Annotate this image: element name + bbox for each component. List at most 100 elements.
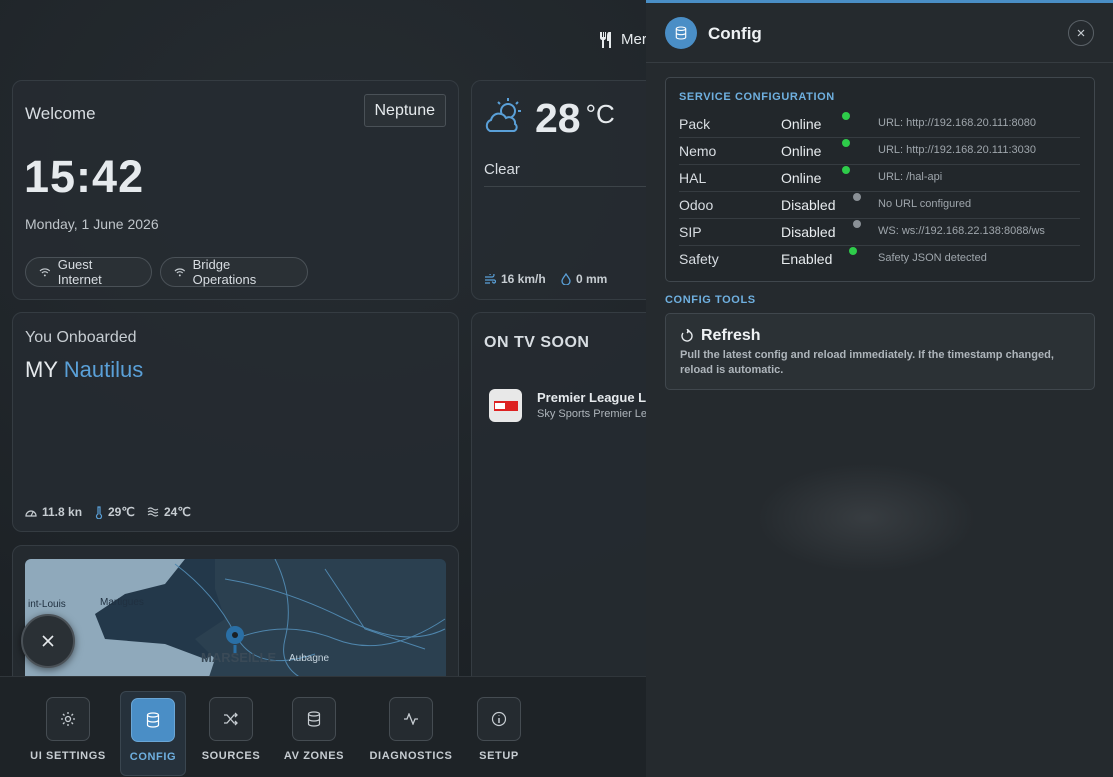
weather-card: 28 °C Clear: [471, 80, 672, 300]
restaurant-icon: [600, 31, 611, 48]
wind-icon: [485, 273, 496, 284]
wind-speed: 16 km/h: [484, 272, 546, 286]
wifi-icon: [39, 268, 51, 277]
weather-temp: 28 °C: [535, 95, 615, 142]
vessel-label: Nautilus: [63, 357, 144, 382]
chip-bridge-operations[interactable]: Bridge Operations: [160, 257, 308, 287]
close-icon: [1077, 29, 1085, 37]
onboard-title: You Onboarded: [25, 329, 137, 346]
refresh-icon: [681, 329, 693, 342]
nav-icon-box: [389, 697, 433, 741]
service-detail: URL: /hal-api: [878, 171, 943, 183]
refresh-button[interactable]: Refresh Pull the latest config and reloa…: [665, 313, 1095, 390]
show-channel: Sky Sports Premier Lea: [537, 408, 654, 420]
welcome-title: Welcome: [25, 104, 96, 123]
service-status: Online: [781, 170, 822, 186]
gear-icon: [61, 712, 75, 726]
service-row-sip: SIP Disabled WS: ws://192.168.22.138:808…: [679, 219, 1080, 246]
nav-ui-settings[interactable]: UI SETTINGS: [22, 677, 114, 777]
waves-icon: [147, 507, 159, 517]
service-name: HAL: [679, 170, 707, 186]
map-label: Martigues: [100, 597, 144, 608]
nav-config[interactable]: CONFIG: [120, 691, 186, 776]
droplet-icon: [561, 273, 571, 285]
nav-icon-box: [46, 697, 90, 741]
vessel-speed: 11.8 kn: [25, 505, 82, 519]
map-label: MARSEILLE: [201, 650, 277, 665]
service-name: SIP: [679, 224, 702, 240]
thermometer-icon: [95, 505, 103, 519]
service-status: Disabled: [781, 224, 836, 240]
service-status: Online: [781, 143, 822, 159]
chip-guest-internet[interactable]: Guest Internet: [25, 257, 152, 287]
channel-logo: [489, 389, 522, 422]
service-row-pack: Pack Online URL: http://192.168.20.111:8…: [679, 111, 1080, 138]
service-row-safety: Safety Enabled Safety JSON detected: [679, 246, 1080, 273]
show-title: Premier League Li: [537, 390, 650, 405]
rainfall: 0 mm: [561, 272, 607, 286]
refresh-title: Refresh: [701, 327, 761, 344]
nav-sources[interactable]: SOURCES: [200, 677, 262, 777]
location-button[interactable]: Neptune: [363, 94, 446, 127]
speed-value: 11.8 kn: [42, 505, 83, 519]
map-card: int-Louis Martigues MARSEILLE Aubagne: [12, 545, 459, 695]
service-row-nemo: Nemo Online URL: http://192.168.20.111:3…: [679, 138, 1080, 165]
bottom-nav: UI SETTINGS CONFIG SOURCES AV ZONES DIAG…: [0, 676, 646, 777]
panel-close-button[interactable]: [1068, 20, 1094, 46]
service-row-odoo: Odoo Disabled No URL configured: [679, 192, 1080, 219]
nav-icon-box: [477, 697, 521, 741]
close-fab[interactable]: [21, 614, 75, 668]
panel-title: Config: [708, 24, 762, 43]
nav-av-zones[interactable]: AV ZONES: [280, 677, 348, 777]
temp-unit: °C: [585, 99, 615, 129]
service-row-hal: HAL Online URL: /hal-api: [679, 165, 1080, 192]
activity-icon: [404, 713, 418, 725]
air-temp-value: 29℃: [108, 505, 135, 519]
database-icon: [307, 711, 321, 727]
nav-icon-box: [209, 697, 253, 741]
panel-header: Config: [646, 3, 1113, 63]
chip-label: Bridge Operations: [192, 257, 257, 287]
air-temperature: 29℃: [95, 505, 135, 519]
sky-sports-logo-icon: [493, 400, 518, 411]
nav-label: CONFIG: [129, 751, 177, 763]
wind-value: 16 km/h: [501, 272, 546, 286]
map-label: int-Louis: [28, 599, 66, 610]
service-name: Safety: [679, 251, 719, 267]
service-name: Nemo: [679, 143, 717, 159]
tv-listing[interactable]: Premier League Li Sky Sports Premier Lea: [489, 389, 672, 423]
config-panel: Config SERVICE CONFIGURATION Pack Online…: [646, 0, 1113, 777]
service-detail: URL: http://192.168.20.111:3030: [878, 144, 1036, 156]
refresh-description: Pull the latest config and reload immedi…: [680, 349, 1054, 376]
nav-label: DIAGNOSTICS: [369, 750, 453, 762]
status-dot: [842, 166, 850, 174]
menu-link[interactable]: Mer: [598, 31, 647, 48]
service-name: Odoo: [679, 197, 714, 213]
nav-label: UI SETTINGS: [30, 750, 106, 762]
status-dot: [853, 220, 861, 228]
weather-condition: Clear: [484, 161, 520, 178]
wifi-icon: [174, 268, 186, 277]
temp-value: 28: [535, 95, 581, 141]
map-view[interactable]: [25, 559, 446, 689]
service-config-card: SERVICE CONFIGURATION Pack Online URL: h…: [665, 77, 1095, 282]
service-detail: No URL configured: [878, 198, 972, 210]
status-dot: [853, 193, 861, 201]
panel-glow: [756, 463, 976, 573]
tv-card: ON TV SOON Premier League Li Sky Sports …: [471, 312, 671, 692]
nav-diagnostics[interactable]: DIAGNOSTICS: [366, 677, 456, 777]
nav-icon-box: [131, 698, 175, 742]
clock-date: Monday, 1 June 2026: [25, 216, 159, 232]
onboard-card: You Onboarded MY Nautilus: [12, 312, 459, 532]
panel-header-icon: [665, 17, 697, 49]
nav-setup[interactable]: SETUP: [474, 677, 524, 777]
database-icon: [675, 26, 687, 40]
service-name: Pack: [679, 116, 711, 132]
nav-label: AV ZONES: [283, 750, 345, 762]
service-status: Online: [781, 116, 822, 132]
service-heading: SERVICE CONFIGURATION: [679, 91, 835, 103]
speedometer-icon: [25, 509, 37, 517]
close-icon: [42, 635, 54, 647]
nav-icon-box: [292, 697, 336, 741]
partly-cloudy-icon: [485, 98, 521, 132]
